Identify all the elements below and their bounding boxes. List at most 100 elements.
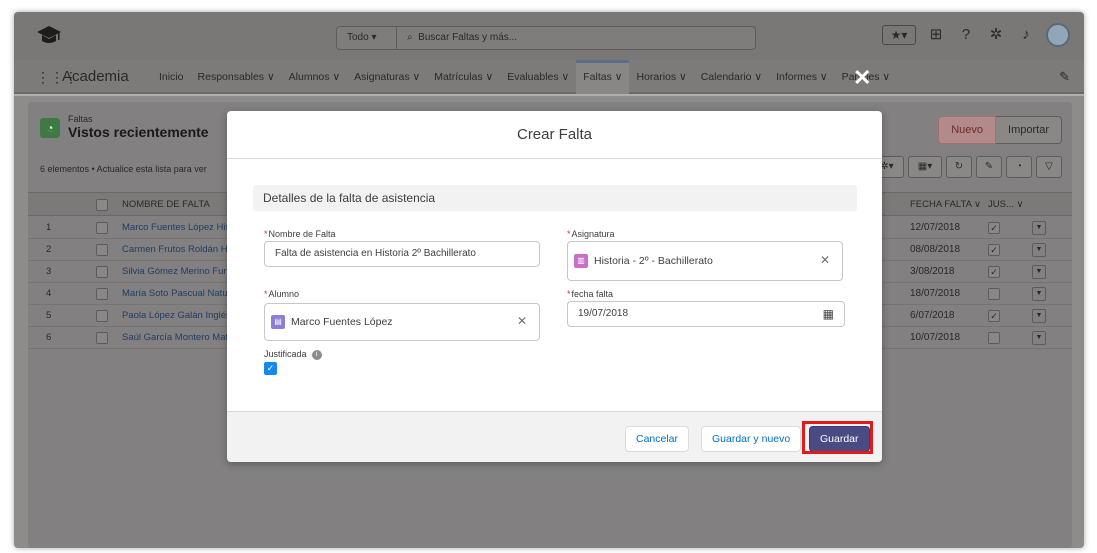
asignatura-field-label: *Asignatura — [567, 229, 615, 239]
nav-item-responsables[interactable]: Responsables ∨ — [191, 60, 282, 94]
list-actions: Nuevo Importar — [938, 116, 1062, 144]
filter-icon[interactable]: ▽ — [1036, 156, 1062, 178]
row-checkbox[interactable] — [96, 244, 108, 256]
favorites-icon[interactable]: ★▾ — [882, 25, 916, 45]
justificada-checkbox[interactable]: ✓ — [264, 362, 277, 375]
app-nav-bar: ⋮⋮⋮ Academia Inicio Responsables ∨ Alumn… — [14, 60, 1084, 94]
column-header-date[interactable]: FECHA FALTA ∨ — [910, 193, 981, 217]
search-input[interactable]: ⌕ Buscar Faltas y más... — [407, 27, 517, 49]
list-view-title[interactable]: Vistos recientemente — [68, 124, 209, 140]
required-marker: * — [264, 229, 268, 239]
justificada-label-text: Justificada — [264, 349, 307, 359]
row-number: 5 — [46, 310, 52, 321]
row-checkbox[interactable] — [96, 222, 108, 234]
search-scope-label: Todo — [347, 32, 369, 43]
nombre-field-label: *Nombre de Falta — [264, 229, 336, 239]
app-launcher-icon[interactable]: ⋮⋮⋮ — [36, 69, 78, 85]
asignatura-lookup-field[interactable]: ▥ Historia - 2º - Bachillerato ✕ — [567, 241, 843, 281]
nav-item-asignaturas[interactable]: Asignaturas ∨ — [347, 60, 427, 94]
list-tools: ✲▾ ▦▾ ↻ ✎ ◔ ▽ — [870, 156, 1062, 178]
column-header-name[interactable]: NOMBRE DE FALTA — [122, 193, 210, 217]
row-actions-chevron-icon[interactable]: ▼ — [1032, 243, 1046, 257]
modal-close-icon[interactable]: ✕ — [853, 67, 871, 89]
section-header[interactable]: Detalles de la falta de asistencia — [253, 185, 857, 211]
record-link[interactable]: Paola López Galán Inglés — [122, 305, 231, 327]
info-icon[interactable]: i — [311, 349, 322, 360]
save-button-highlight — [802, 421, 873, 454]
row-number: 2 — [46, 244, 52, 255]
row-number: 3 — [46, 266, 52, 277]
cancel-button[interactable]: Cancelar — [625, 426, 690, 452]
nav-item-inicio[interactable]: Inicio — [152, 60, 191, 94]
justified-checkbox-unchecked — [988, 288, 1000, 300]
justificada-field-label: Justificada i — [264, 349, 322, 360]
row-actions-chevron-icon[interactable]: ▼ — [1032, 287, 1046, 301]
add-icon[interactable]: ⊞ — [926, 25, 946, 45]
nav-item-horarios[interactable]: Horarios ∨ — [629, 60, 693, 94]
row-checkbox[interactable] — [96, 288, 108, 300]
avatar[interactable] — [1046, 23, 1070, 47]
fecha-date-input[interactable]: 19/07/2018 ▦ — [567, 301, 845, 327]
record-link[interactable]: María Soto Pascual Natur — [122, 283, 231, 305]
row-checkbox[interactable] — [96, 266, 108, 278]
asignatura-value: Historia - 2º - Bachillerato — [594, 255, 713, 267]
date-cell: 6/07/2018 — [910, 310, 955, 321]
row-checkbox[interactable] — [96, 332, 108, 344]
date-cell: 3/08/2018 — [910, 266, 955, 277]
search-icon: ⌕ — [407, 32, 413, 43]
record-link[interactable]: Marco Fuentes López His — [122, 217, 230, 239]
refresh-icon[interactable]: ↻ — [946, 156, 972, 178]
date-cell: 10/07/2018 — [910, 332, 961, 343]
justified-checkbox-unchecked — [988, 332, 1000, 344]
select-all-checkbox[interactable] — [96, 199, 108, 211]
row-actions-chevron-icon[interactable]: ▼ — [1032, 331, 1046, 345]
calendar-icon[interactable]: ▦ — [823, 302, 834, 326]
nav-item-alumnos[interactable]: Alumnos ∨ — [282, 60, 347, 94]
column-header-justified[interactable]: JUS... ∨ — [988, 193, 1023, 217]
edit-nav-pencil-icon[interactable]: ✎ — [1059, 69, 1070, 85]
setup-gear-icon[interactable]: ✲ — [986, 25, 1006, 45]
row-number: 4 — [46, 288, 52, 299]
fecha-label-text: fecha falta — [571, 289, 614, 299]
record-link[interactable]: Silvia Gómez Merino Fun — [122, 261, 229, 283]
faltas-object-icon: ◔ — [40, 118, 60, 138]
nav-item-informes[interactable]: Informes ∨ — [769, 60, 834, 94]
save-and-new-button[interactable]: Guardar y nuevo — [701, 426, 802, 452]
fecha-field-label: *fecha falta — [567, 289, 613, 299]
date-cell: 18/07/2018 — [910, 288, 961, 299]
nav-item-matriculas[interactable]: Matrículas ∨ — [427, 60, 500, 94]
chart-icon[interactable]: ◔ — [1006, 156, 1032, 178]
alumno-label-text: Alumno — [268, 289, 300, 299]
row-checkbox[interactable] — [96, 310, 108, 322]
nav-items: Inicio Responsables ∨ Alumnos ∨ Asignatu… — [152, 60, 897, 94]
object-label: Faltas — [68, 114, 93, 124]
modal-footer: Cancelar Guardar y nuevo Guardar — [227, 411, 882, 462]
justified-checkbox-checked: ✓ — [988, 266, 1000, 278]
asignatura-object-icon: ▥ — [574, 254, 588, 268]
nav-item-calendario[interactable]: Calendario ∨ — [694, 60, 769, 94]
display-as-table-icon[interactable]: ▦▾ — [908, 156, 942, 178]
nombre-label-text: Nombre de Falta — [268, 229, 336, 239]
edit-pencil-icon[interactable]: ✎ — [976, 156, 1002, 178]
date-cell: 12/07/2018 — [910, 222, 961, 233]
record-link[interactable]: Carmen Frutos Roldán H — [122, 239, 228, 261]
nav-item-faltas[interactable]: Faltas ∨ — [576, 60, 630, 94]
record-link[interactable]: Saúl García Montero Mat — [122, 327, 228, 349]
alumno-lookup-field[interactable]: ▤ Marco Fuentes López ✕ — [264, 303, 540, 341]
graduation-cap-logo-icon — [37, 26, 61, 43]
notifications-bell-icon[interactable]: ♪ — [1016, 25, 1036, 45]
help-icon[interactable]: ? — [956, 25, 976, 45]
import-button[interactable]: Importar — [996, 116, 1062, 144]
row-actions-chevron-icon[interactable]: ▼ — [1032, 221, 1046, 235]
row-actions-chevron-icon[interactable]: ▼ — [1032, 265, 1046, 279]
nombre-field-input[interactable]: Falta de asistencia en Historia 2º Bachi… — [264, 241, 540, 267]
search-scope-select[interactable]: Todo ▾ — [337, 27, 397, 49]
global-search[interactable]: Todo ▾ ⌕ Buscar Faltas y más... — [336, 26, 756, 50]
new-button[interactable]: Nuevo — [938, 116, 997, 144]
asignatura-label-text: Asignatura — [571, 229, 615, 239]
clear-alumno-icon[interactable]: ✕ — [517, 314, 527, 328]
header-actions: ★▾ ⊞ ? ✲ ♪ — [882, 23, 1070, 47]
nav-item-evaluables[interactable]: Evaluables ∨ — [500, 60, 576, 94]
row-actions-chevron-icon[interactable]: ▼ — [1032, 309, 1046, 323]
clear-asignatura-icon[interactable]: ✕ — [820, 253, 830, 267]
